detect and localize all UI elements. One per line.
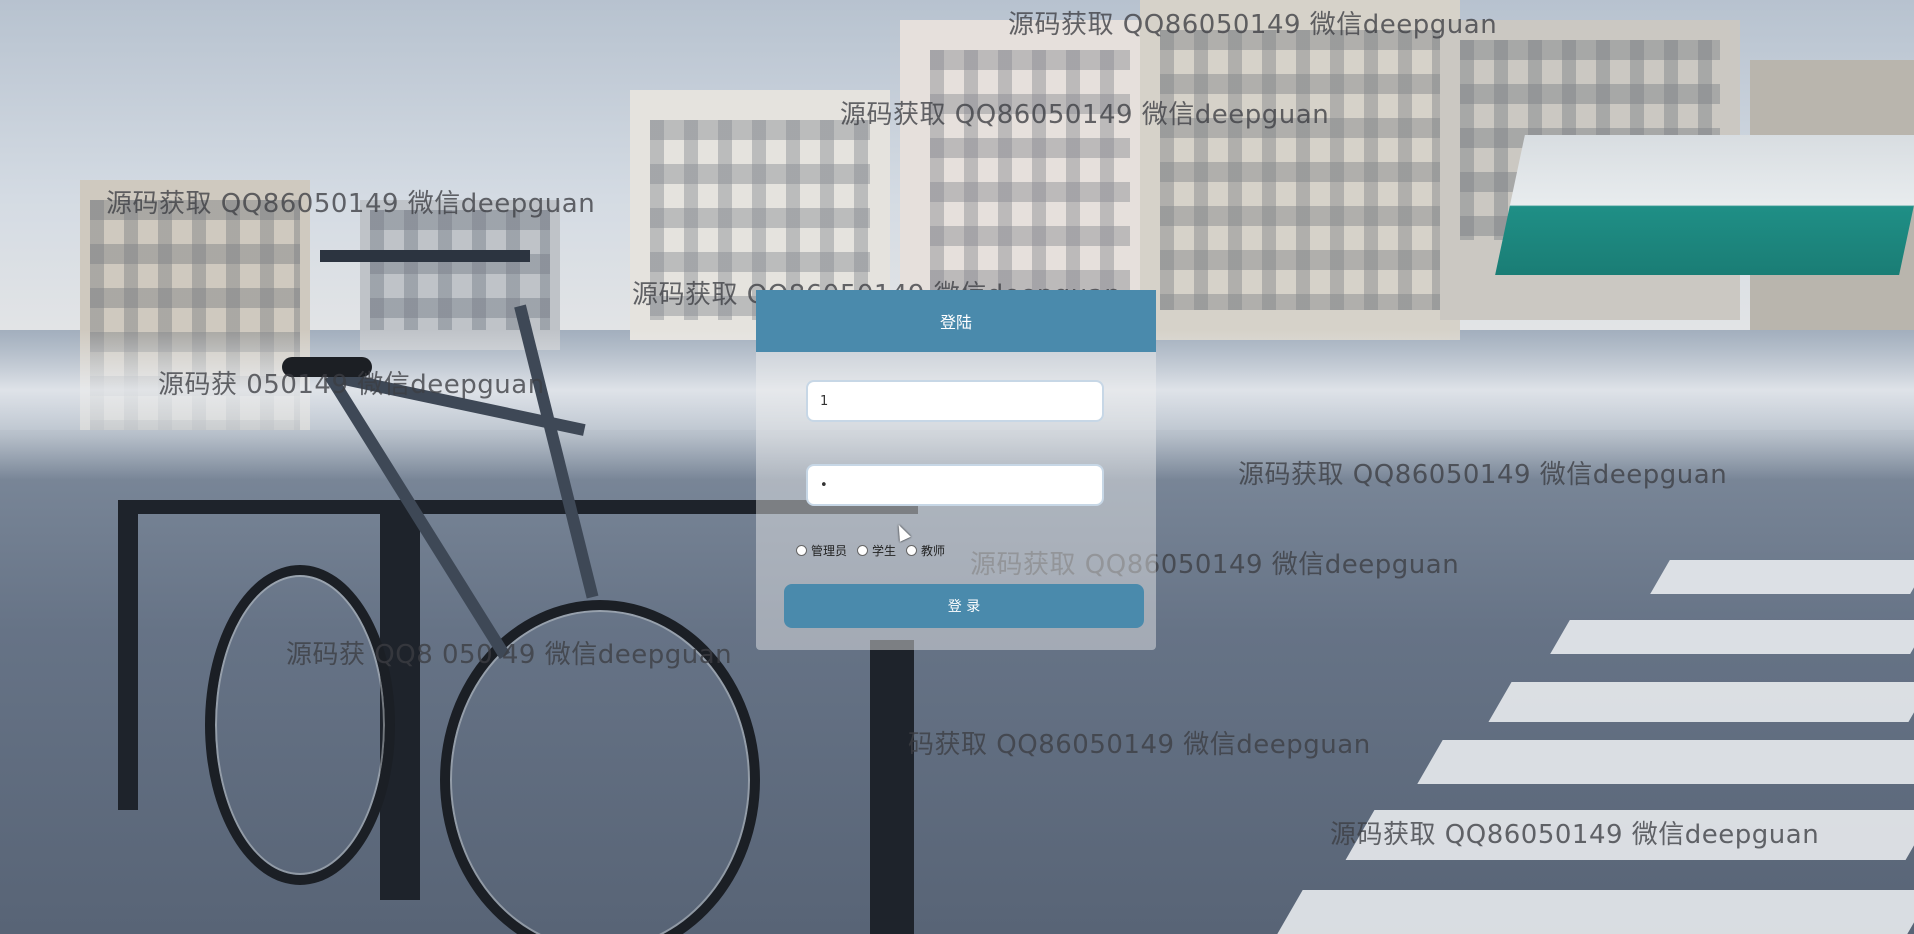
radio-button[interactable] (857, 545, 869, 556)
role-selector: 管理员 学生 教师 (796, 542, 955, 559)
railing-post (870, 640, 914, 934)
bike-handlebar (320, 250, 530, 262)
watermark-text: 源码获取 QQ86050149 微信deepguan (1008, 10, 1498, 40)
login-panel: 登陆 管理员 学生 教师 登 录 (756, 290, 1156, 650)
crosswalk-stripe (1417, 740, 1914, 784)
radio-button[interactable] (796, 545, 807, 556)
role-label: 教师 (921, 544, 946, 558)
crosswalk-stripe (1488, 682, 1914, 722)
bike-wheel (205, 565, 395, 885)
cafe-awning (1495, 135, 1914, 275)
login-title: 登陆 (756, 290, 1156, 352)
role-option-student[interactable]: 学生 (857, 542, 896, 559)
login-button[interactable]: 登 录 (784, 584, 1144, 628)
login-page: 源码获取 QQ86050149 微信deepguan 源码获取 QQ860501… (0, 0, 1914, 934)
crosswalk-stripe (1277, 890, 1914, 934)
role-option-admin[interactable]: 管理员 (796, 542, 847, 559)
role-label: 管理员 (811, 544, 848, 558)
watermark-text: 源码获 050149 微信deepguan (158, 370, 545, 400)
railing-post (118, 500, 138, 810)
role-option-teacher[interactable]: 教师 (906, 542, 945, 559)
password-input[interactable] (806, 464, 1104, 506)
background-building (1140, 0, 1460, 340)
radio-button[interactable] (906, 545, 918, 556)
crosswalk-stripe (1650, 560, 1914, 594)
watermark-text: 源码获取 QQ86050149 微信deepguan (106, 189, 596, 219)
watermark-text: 码获取 QQ86050149 微信deepguan (908, 730, 1371, 760)
watermark-text: 源码获取 QQ86050149 微信deepguan (1330, 820, 1820, 850)
watermark-text: 源码获 QQ8 050 49 微信deepguan (286, 640, 733, 670)
username-input[interactable] (806, 380, 1104, 422)
role-label: 学生 (872, 544, 897, 558)
watermark-text: 源码获取 QQ86050149 微信deepguan (1238, 460, 1728, 490)
watermark-text: 源码获取 QQ86050149 微信deepguan (840, 100, 1330, 130)
crosswalk-stripe (1550, 620, 1914, 654)
